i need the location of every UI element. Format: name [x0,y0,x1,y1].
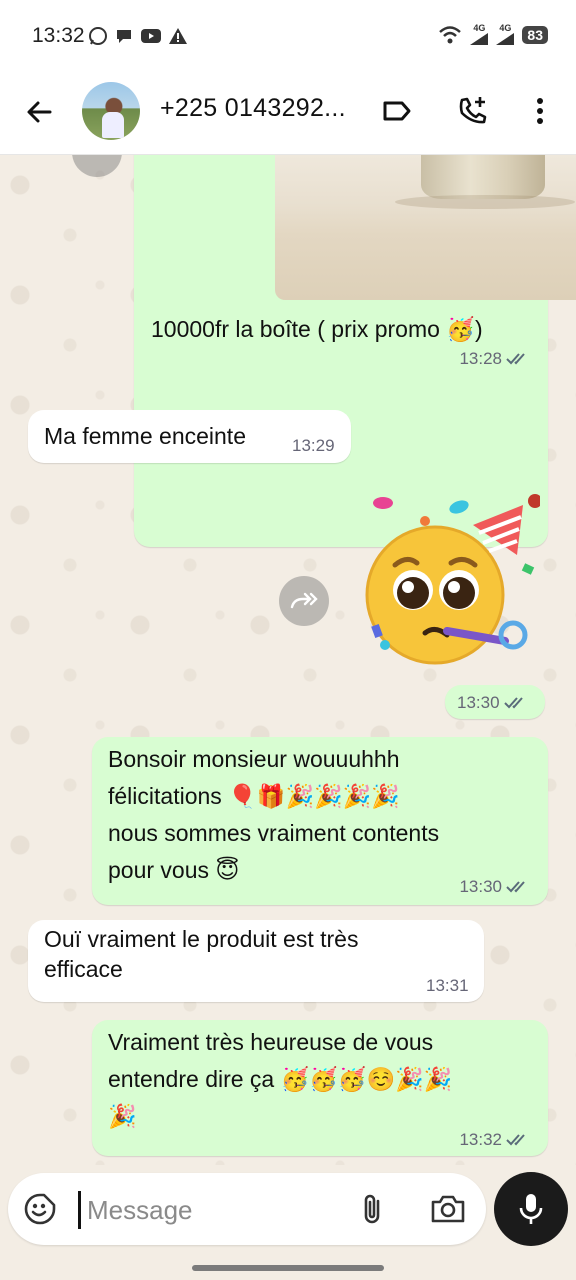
more-vert-icon[interactable] [523,94,557,128]
add-call-icon[interactable] [456,94,490,128]
message-time: 13:29 [292,436,335,455]
warning-icon [169,28,187,44]
sticker-meta-bubble: 13:30 [445,685,545,719]
avatar[interactable] [82,82,140,140]
back-arrow-icon[interactable] [20,92,60,132]
message-text: Ouï vraiment le produit est très efficac… [44,926,359,982]
message-outgoing[interactable]: Bonsoir monsieur wouuuhhh félicitations … [92,737,548,905]
voice-message-button[interactable] [494,1172,568,1246]
party-pleading-face-sticker[interactable] [355,485,540,685]
message-meta: 13:29 [292,436,335,456]
system-icons: 4G 4G 83 [438,24,548,45]
message-input[interactable] [78,1191,349,1229]
gesture-nav-bar[interactable] [192,1265,384,1271]
chat-area[interactable]: 10000fr la boîte ( prix promo 🥳) 13:28 M… [0,155,576,1165]
label-icon[interactable] [380,94,414,128]
microphone-icon [519,1194,543,1224]
emoji-sticker-icon[interactable] [22,1191,58,1227]
whatsapp-icon [89,27,107,45]
message-incoming[interactable]: Ouï vraiment le produit est très efficac… [28,920,484,1002]
camera-icon[interactable] [428,1191,468,1227]
status-time: 13:32 [32,24,85,47]
message-outgoing[interactable]: Vraiment très heureuse de vous entendre … [92,1020,548,1156]
forward-button[interactable] [279,576,329,626]
message-text: Vraiment très heureuse de vous entendre … [108,1029,453,1129]
message-time: 13:28 [459,349,502,368]
message-time: 13:31 [426,976,469,995]
wifi-icon [439,25,462,43]
forward-arrow-icon [290,592,318,609]
youtube-icon [141,29,161,43]
message-meta: 13:31 [426,976,469,996]
message-text: 10000fr la boîte ( prix promo 🥳) [151,316,483,342]
chat-bubble-icon [117,30,131,43]
status-bar: 13:32 4G 4G 83 [0,0,576,72]
message-composer [8,1173,486,1245]
signal-bars-icon [470,33,489,45]
message-meta: 13:30 [459,877,532,897]
message-text: Bonsoir monsieur wouuuhhh félicitations … [108,746,440,883]
product-jar [421,155,545,199]
message-time: 13:30 [459,877,502,896]
chat-header: +225 0143292... [0,72,576,155]
double-check-icon [506,881,525,893]
notification-icons [88,26,188,46]
double-check-icon [506,1134,525,1146]
paperclip-icon[interactable] [354,1191,390,1227]
forward-button[interactable] [72,155,122,177]
message-meta: 13:28 [459,349,532,369]
product-photo[interactable] [275,155,576,300]
signal-bars-icon [496,33,515,45]
message-incoming[interactable]: Ma femme enceinte 13:29 [28,410,351,463]
signal-2: 4G [496,24,515,45]
battery-level: 83 [522,25,548,44]
double-check-icon [503,697,523,709]
message-text: Ma femme enceinte [44,423,246,449]
message-meta: 13:32 [459,1130,532,1150]
message-meta: 13:30 [457,693,530,713]
contact-name[interactable]: +225 0143292... [160,94,346,123]
message-time: 13:32 [459,1130,502,1149]
signal-1: 4G [470,24,489,45]
message-time: 13:30 [457,693,500,712]
double-check-icon [506,353,525,365]
